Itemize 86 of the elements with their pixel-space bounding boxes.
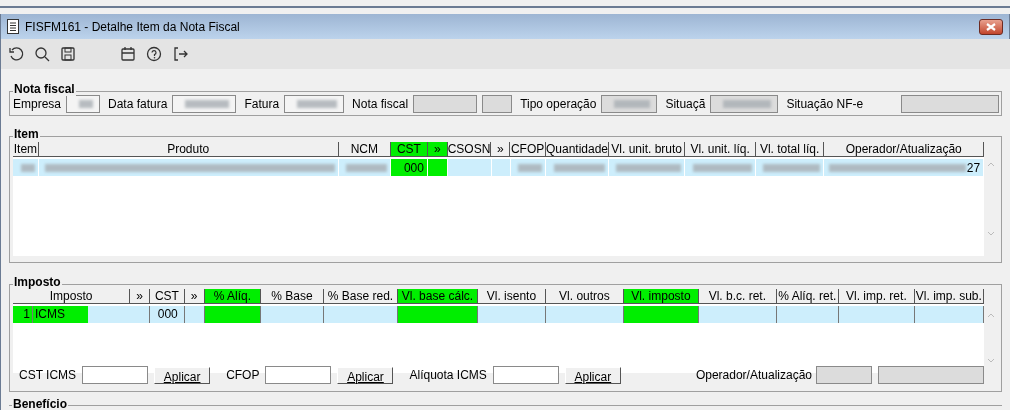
field-label: Data fatura	[108, 95, 168, 113]
column-header[interactable]: Item	[13, 142, 39, 157]
exit-icon[interactable]	[171, 45, 189, 63]
field-label: Fatura	[244, 95, 280, 113]
table-cell: 000	[149, 306, 185, 323]
field-label: CST ICMS	[19, 367, 77, 384]
field-label: Alíquota ICMS	[409, 367, 487, 384]
input-field[interactable]	[66, 94, 101, 113]
blurred-text	[614, 99, 651, 108]
column-header[interactable]: Vl. b.c. ret.	[699, 289, 777, 304]
save-icon[interactable]	[59, 45, 77, 63]
blurred-text	[185, 99, 230, 108]
field-label: Situaçã	[665, 95, 706, 113]
table-cell	[261, 306, 324, 323]
column-header[interactable]: % Alíq. ret.	[776, 289, 840, 304]
group-title: Imposto	[13, 275, 62, 289]
column-header[interactable]: Vl. imp. sub.	[914, 289, 985, 304]
input-field[interactable]	[265, 366, 332, 384]
blurred-text	[518, 163, 543, 172]
table-cell	[776, 306, 840, 323]
column-header[interactable]: Operador/Atualização	[824, 142, 985, 157]
table-cell	[477, 306, 547, 323]
blurred-text	[692, 163, 752, 172]
search-icon[interactable]	[33, 45, 51, 63]
column-header[interactable]: Vl. unit. bruto	[608, 142, 686, 157]
field-label: Empresa	[13, 95, 62, 113]
group-title: Benefício	[12, 397, 68, 410]
table-cell: ICMS	[33, 306, 88, 323]
group-title: Item	[13, 127, 40, 141]
column-header[interactable]: % Base	[261, 289, 324, 304]
cell-text: 27	[966, 159, 981, 176]
help-icon[interactable]	[145, 45, 163, 63]
column-header[interactable]: CSOSN	[447, 142, 492, 157]
column-header[interactable]: »	[130, 289, 150, 304]
column-header[interactable]: CST	[150, 289, 185, 304]
column-header[interactable]: Vl. unit. líq.	[685, 142, 756, 157]
column-header[interactable]: Vl. imp. ret.	[839, 289, 915, 304]
column-header[interactable]: Vl. outros	[546, 289, 624, 304]
document-icon	[7, 19, 19, 34]
blurred-text	[20, 163, 35, 172]
blurred-text	[346, 163, 388, 172]
input-field[interactable]	[816, 366, 872, 384]
calendar-icon[interactable]	[119, 45, 137, 63]
close-icon	[986, 22, 996, 31]
column-header[interactable]: Vl. base cálc.	[398, 289, 478, 304]
scroll-down-icon[interactable]	[986, 358, 995, 363]
table-cell	[914, 306, 985, 323]
input-field[interactable]	[878, 366, 984, 384]
blurred-text	[723, 99, 772, 108]
cell-text: 000	[403, 159, 424, 176]
field-label: Nota fiscal	[352, 95, 409, 113]
table-cell: 1	[13, 306, 33, 323]
column-header[interactable]: Quantidade	[545, 142, 609, 157]
column-header[interactable]: CST	[391, 142, 428, 157]
field-label: Tipo operação	[520, 95, 597, 113]
field-label: Situação NF-e	[786, 95, 864, 113]
scroll-up-icon[interactable]	[986, 313, 995, 318]
blurred-text	[297, 99, 338, 108]
table-cell	[204, 306, 262, 323]
column-header[interactable]: Imposto	[13, 289, 131, 304]
column-header[interactable]: Vl. imposto	[623, 289, 700, 304]
blurred-text	[553, 163, 605, 172]
column-header[interactable]: Vl. total líq.	[755, 142, 825, 157]
blurred-text	[763, 163, 821, 172]
input-field[interactable]	[82, 366, 149, 384]
column-header[interactable]: % Base red.	[323, 289, 399, 304]
input-field[interactable]	[492, 366, 559, 384]
column-header[interactable]: Produto	[38, 142, 339, 157]
blurred-text	[616, 163, 682, 172]
close-button[interactable]	[979, 18, 1003, 35]
input-field[interactable]	[482, 94, 513, 113]
column-header[interactable]: % Alíq.	[204, 289, 262, 304]
scroll-up-icon[interactable]	[986, 162, 995, 167]
column-header[interactable]: »	[491, 142, 511, 157]
column-header[interactable]: CFOP	[510, 142, 546, 157]
input-field[interactable]	[172, 94, 237, 113]
field-label: CFOP	[226, 367, 260, 384]
input-field[interactable]	[284, 94, 345, 113]
column-header[interactable]: NCM	[338, 142, 392, 157]
column-header[interactable]: Vl. isento	[477, 289, 547, 304]
group-title: Nota fiscal	[13, 82, 76, 96]
blurred-text	[79, 99, 94, 108]
field-label: Operador/Atualização	[695, 367, 812, 384]
scroll-down-icon[interactable]	[986, 231, 995, 236]
undo-icon[interactable]	[7, 45, 25, 63]
window-title: FISFM161 - Detalhe Item da Nota Fiscal	[25, 18, 240, 36]
